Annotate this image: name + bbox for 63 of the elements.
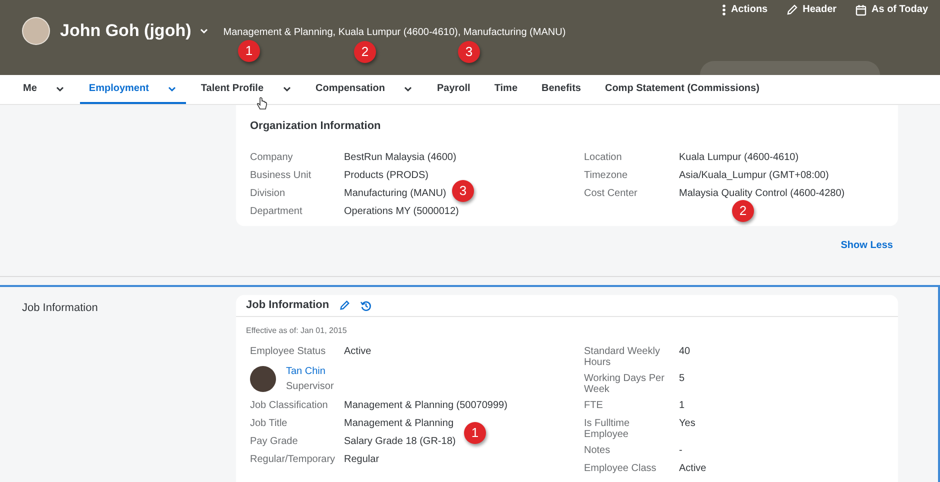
section-label: Job Information <box>22 302 98 314</box>
field-value: Regular <box>344 454 380 465</box>
field-label: FTE <box>584 400 604 411</box>
header-action[interactable]: Actions <box>722 2 768 17</box>
nav-tab[interactable]: Payroll <box>428 75 480 104</box>
nav-tab[interactable]: Time <box>485 75 527 104</box>
header-action[interactable]: Header <box>786 2 837 17</box>
field-label: Job Classification <box>250 400 329 411</box>
nav-tab[interactable]: Compensation <box>306 75 422 104</box>
field-label: Is Fulltime Employee <box>584 418 631 440</box>
field-value: 40 <box>679 346 690 357</box>
header-action[interactable]: As of Today <box>854 2 928 17</box>
field-label: Company <box>250 152 294 162</box>
field-value: Products (PRODS) <box>344 170 428 180</box>
field-label: Cost Center <box>584 188 638 198</box>
field-value: BestRun Malaysia (4600) <box>344 152 456 162</box>
show-less-link[interactable]: Show Less <box>840 238 893 253</box>
field-value: 1 <box>679 400 685 411</box>
field-value: Yes <box>679 418 696 429</box>
field-value: Manufacturing (MANU) <box>344 188 446 198</box>
field-value: Malaysia Quality Control (4600-4280) <box>679 188 845 198</box>
field-label: Standard Weekly Hours <box>584 346 661 368</box>
field-label: Job Title <box>250 418 288 429</box>
nav-tab[interactable]: Me <box>14 75 74 104</box>
effective-date: Effective as of: Jan 01, 2015 <box>245 325 348 337</box>
avatar <box>22 17 50 45</box>
person-link[interactable]: Tan Chin <box>286 366 334 377</box>
field-value: 5 <box>679 373 685 384</box>
field-label: Location <box>584 152 623 162</box>
field-value: Asia/Kuala_Lumpur (GMT+08:00) <box>679 170 829 180</box>
more-icon <box>722 4 726 16</box>
field-label: Pay Grade <box>250 436 299 447</box>
field-value: Operations MY (5000012) <box>344 206 459 216</box>
field-label: Timezone <box>584 170 629 180</box>
field-value: Active <box>344 346 372 357</box>
field-label: Regular/Temporary <box>250 454 336 465</box>
avatar <box>250 366 276 392</box>
field-value: Management & Planning (50070999) <box>344 400 508 411</box>
field-label: Notes <box>584 445 612 456</box>
card-title: Job Information <box>246 298 330 314</box>
nav-tab[interactable]: Employment <box>80 75 186 104</box>
field-value: Kuala Lumpur (4600-4610) <box>679 152 799 162</box>
nav-tab[interactable]: Comp Statement (Commissions) <box>596 75 768 104</box>
employee-name: John Goh (jgoh) <box>60 20 192 42</box>
history-icon[interactable] <box>360 300 372 312</box>
pencil-icon[interactable] <box>339 300 350 311</box>
person-role: Supervisor <box>286 381 334 392</box>
nav-tab[interactable]: Talent Profile <box>192 75 301 104</box>
field-label: Department <box>250 206 304 216</box>
pencil-icon <box>786 4 798 16</box>
field-label: Working Days Per Week <box>584 373 666 395</box>
field-value: Active <box>679 463 706 474</box>
employee-subtitle: Management & Planning, Kuala Lumpur (4600-4610), Manufacturing (MANU) <box>223 26 566 40</box>
field-value: - <box>679 445 682 456</box>
calendar-icon <box>854 4 867 16</box>
field-value: Management & Planning <box>344 418 454 429</box>
field-label: Employee Class <box>584 463 658 474</box>
nav-tab[interactable]: Benefits <box>532 75 590 104</box>
field-label: Business Unit <box>250 170 312 180</box>
field-label: Division <box>250 188 286 198</box>
field-label: Employee Status <box>250 346 327 357</box>
field-value: Salary Grade 18 (GR-18) <box>344 436 456 447</box>
card-title: Organization Information <box>250 119 382 134</box>
